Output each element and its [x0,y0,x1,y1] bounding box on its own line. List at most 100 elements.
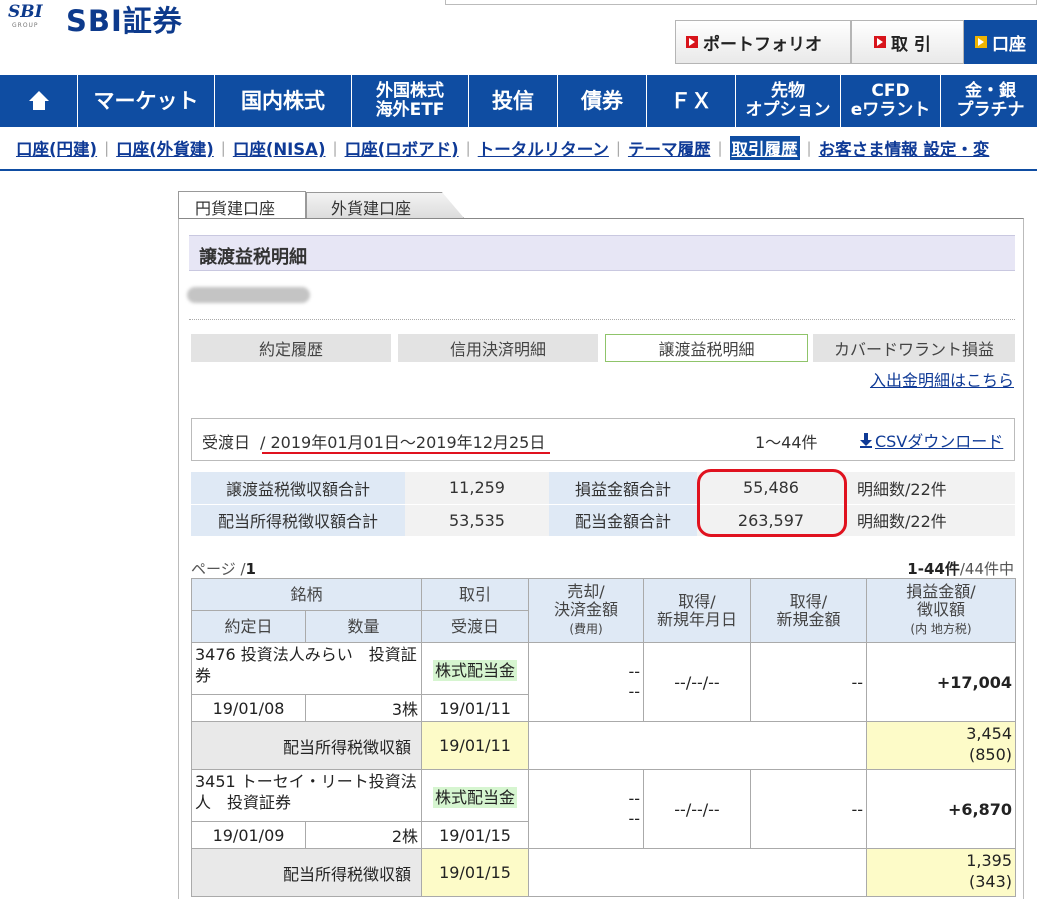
nav-cfd[interactable]: CFD eワラント [841,75,941,127]
col-header-yakujo: 約定日 [191,610,306,643]
acquire-amount: -- [750,642,867,722]
portfolio-button[interactable]: ポートフォリオ [675,20,851,64]
subnav-trade-history[interactable]: 取引履歴 [729,136,800,160]
logo-group: GROUP [12,22,39,29]
sell-fee: -- [628,682,640,701]
trade-date: 19/01/09 [191,821,306,849]
nav-market[interactable]: マーケット [78,75,215,127]
subnav-account-roboad[interactable]: 口座(ロボアド) [345,136,459,160]
subnav-total-return[interactable]: トータルリターン [478,136,609,160]
col-header-shutoku-date: 取得/ 新規年月日 [643,578,751,643]
count-total: /44件中 [959,560,1014,578]
summary-note: 明細数/22件 [845,472,1015,505]
red-circle-annotation [697,469,847,537]
page-info: ページ /1 [191,558,256,579]
sub-tabs: 約定履歴 信用決済明細 譲渡益税明細 カバードワラント損益 [191,334,1015,362]
col-header-ukewatashi: 受渡日 [421,610,529,643]
tax-local: (343) [968,872,1012,891]
profit-amount: +17,004 [866,642,1016,722]
tab-capital-gains-tax[interactable]: 譲渡益税明細 [605,334,808,362]
quantity: 2株 [305,821,422,849]
csv-download-label: CSVダウンロード [875,432,1004,451]
trade-date: 19/01/08 [191,694,306,722]
nav-futures-options[interactable]: 先物 オプション [736,75,841,127]
stock-name: 3476 投資法人みらい 投資証券 [191,642,422,695]
baikyaku-label: 売却/ 決済金額 [553,582,618,619]
date-range: / 2019年01月01日～2019年12月25日 [260,433,546,452]
divider [189,319,1015,320]
sell-value: -- [628,789,640,808]
subnav-account-jpy[interactable]: 口座(円建) [16,136,97,160]
tab-margin-settlement[interactable]: 信用決済明細 [398,334,598,362]
tax-empty [528,848,867,897]
summary-note: 明細数/22件 [845,504,1015,537]
tab-foreign-account[interactable]: 外貨建口座 [306,192,464,218]
col-header-suryo: 数量 [305,610,422,643]
separator: | [104,139,110,157]
arrow-mark-icon [686,36,698,48]
tab-execution-history[interactable]: 約定履歴 [191,334,391,362]
record-count: 1～44件 [755,433,818,452]
tax-date: 19/01/15 [421,848,529,897]
nav-home[interactable] [0,75,78,127]
trade-button[interactable]: 取 引 [851,20,964,64]
summary-row: 配当所得税徴収額合計 53,535 配当金額合計 263,597 明細数/22件 [191,504,1015,537]
soneki-sub: (内 地方税) [910,622,972,636]
trade-label: 取 引 [891,34,931,55]
subnav-account-foreign[interactable]: 口座(外貨建) [116,136,214,160]
summary-label: 損益金額合計 [549,472,697,505]
col-header-soneki: 損益金額/ 徴収額 (内 地方税) [866,578,1016,643]
tax-row: 配当所得税徴収額 19/01/15 1,395 (343) [191,848,1016,897]
header: SBI GROUP SBI証券 ポートフォリオ 取 引 口座 [0,0,1037,75]
blurred-account-name [187,287,310,303]
summary-label: 配当所得税徴収額合計 [191,504,405,537]
table-header-row: 銘柄 取引 売却/ 決済金額 (費用) 取得/ 新規年月日 取得/ 新規金額 損益… [191,578,1016,643]
soneki-label: 損益金額/ 徴収額 [906,582,976,619]
tax-date: 19/01/11 [421,721,529,770]
account-button[interactable]: 口座 [964,20,1037,64]
summary-value: 11,259 [405,472,549,505]
nav-gold[interactable]: 金・銀 プラチナ [941,75,1037,127]
count-info: 1-44件/44件中 [907,558,1014,579]
logo-small: SBI [8,2,43,22]
table-row: 3451 トーセイ・リート投資法人 投資証券 株式配当金 -- -- --/--/… [191,769,1016,849]
subnav-account-nisa[interactable]: 口座(NISA) [233,136,326,160]
top-search-area [445,0,1037,5]
tax-local: (850) [968,745,1012,764]
trade-kind-label: 株式配当金 [432,786,517,808]
nav-domestic-stock[interactable]: 国内株式 [215,75,352,127]
deposit-history-link[interactable]: 入出金明細はこちら [870,367,1014,391]
baikyaku-sub: (費用) [569,622,603,636]
tax-value: 1,395 [966,851,1012,870]
tab-covered-warrant[interactable]: カバードワラント損益 [813,334,1015,362]
date-filter-label: 受渡日 [202,433,251,452]
arrow-mark-icon [975,36,987,48]
sell-value: -- [628,662,640,681]
nav-foreign-stock[interactable]: 外国株式 海外ETF [352,75,469,127]
summary-value: 53,535 [405,504,549,537]
separator: | [465,139,471,157]
home-icon [28,91,49,111]
settle-date: 19/01/11 [421,694,529,722]
settle-date: 19/01/15 [421,821,529,849]
trade-kind-label: 株式配当金 [432,659,517,681]
tax-empty [528,721,867,770]
tab-jpy-account[interactable]: 円貨建口座 [178,191,306,219]
col-header-shutoku-amount: 取得/ 新規金額 [750,578,867,643]
detail-table: 銘柄 取引 売却/ 決済金額 (費用) 取得/ 新規年月日 取得/ 新規金額 損益… [191,578,1016,897]
csv-download-link[interactable]: CSVダウンロード [860,428,1003,452]
summary-table: 譲渡益税徴収額合計 11,259 損益金額合計 55,486 明細数/22件 配… [191,472,1015,537]
subnav-customer-info[interactable]: お客さま情報 設定・変 [819,136,990,160]
nav-fx[interactable]: ＦＸ [647,75,736,127]
tax-value: 3,454 [966,724,1012,743]
sell-amount: -- -- [528,769,644,849]
subnav-theme-history[interactable]: テーマ履歴 [628,136,711,160]
col-header-baikyaku: 売却/ 決済金額 (費用) [528,578,644,643]
top-buttons: ポートフォリオ 取 引 口座 [675,20,1037,64]
page-label: ページ / [191,560,246,578]
trade-kind: 株式配当金 [421,769,529,822]
separator: | [806,139,812,157]
nav-investment-trust[interactable]: 投信 [469,75,558,127]
nav-bonds[interactable]: 債券 [558,75,647,127]
red-underline-annotation [262,452,550,454]
